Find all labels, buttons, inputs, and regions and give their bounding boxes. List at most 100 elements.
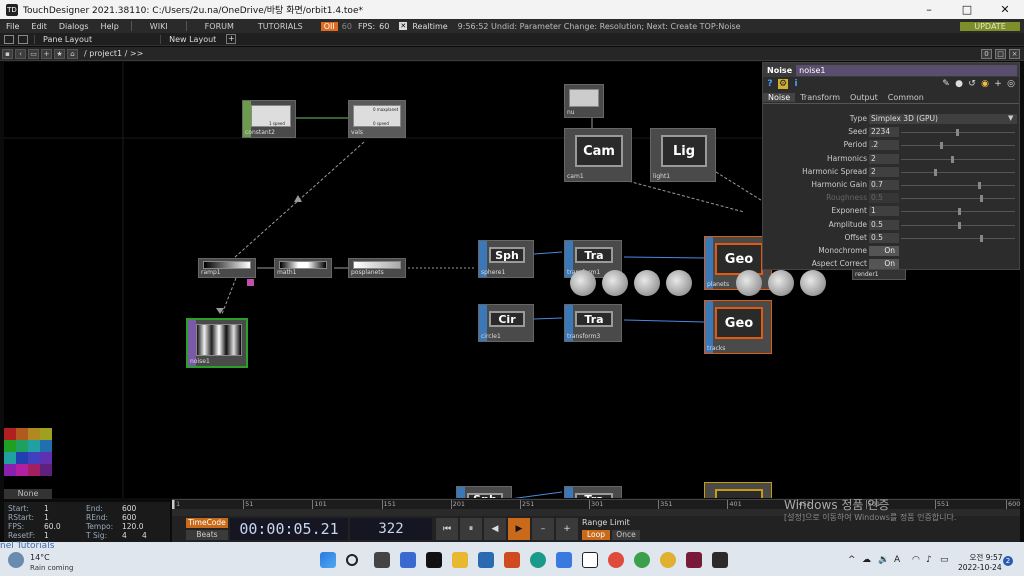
notion-icon[interactable] xyxy=(582,552,598,568)
param-slider[interactable] xyxy=(901,182,1015,189)
tab-output[interactable]: Output xyxy=(845,93,883,102)
step-plus-icon[interactable]: + xyxy=(556,518,578,540)
color-swatch[interactable] xyxy=(28,464,40,476)
fps-value[interactable]: 60.0 xyxy=(44,522,61,531)
palette-none-button[interactable]: None xyxy=(4,489,52,499)
color-swatch[interactable] xyxy=(16,464,28,476)
geo3-node[interactable] xyxy=(704,482,772,498)
tab-transform[interactable]: Transform xyxy=(795,93,845,102)
vals-node[interactable]: 0 maxplanet 0 speed vals xyxy=(348,100,406,138)
color-swatch[interactable] xyxy=(4,452,16,464)
param-slider[interactable] xyxy=(901,234,1015,242)
color-swatch[interactable] xyxy=(40,428,52,440)
tray-wifi-icon[interactable]: ◠ xyxy=(912,555,920,565)
add-layout-icon[interactable]: + xyxy=(226,34,237,44)
realtime-checkbox[interactable]: ✕ xyxy=(399,22,408,30)
param-slider[interactable] xyxy=(901,208,1015,216)
param-value-field[interactable]: 0.5 xyxy=(869,219,899,230)
comment-icon[interactable]: ● xyxy=(954,79,964,89)
rend-value[interactable]: 600 xyxy=(122,513,136,522)
param-toggle[interactable]: On xyxy=(869,246,899,256)
home-icon[interactable]: ▪ xyxy=(2,48,13,59)
math1-node[interactable]: math1 xyxy=(274,258,332,278)
weather-description[interactable]: Rain coming xyxy=(30,564,73,572)
once-button[interactable]: Once xyxy=(612,530,640,540)
update-button[interactable]: UPDATE xyxy=(960,21,1020,31)
edge-icon[interactable] xyxy=(530,552,546,568)
param-menu[interactable]: Simplex 3D (GPU) xyxy=(869,114,1017,124)
target-icon[interactable]: ◎ xyxy=(1006,79,1016,89)
store-icon[interactable] xyxy=(556,552,572,568)
slider-knob[interactable] xyxy=(934,168,937,176)
param-slider[interactable] xyxy=(901,195,1015,203)
color-swatch[interactable] xyxy=(4,464,16,476)
tray-cloud-icon[interactable]: ☁ xyxy=(862,555,871,565)
clock-date[interactable]: 2022-10-24 xyxy=(958,563,1002,572)
tray-chevron-icon[interactable]: ^ xyxy=(848,555,856,565)
back-icon[interactable]: ‹ xyxy=(15,48,26,59)
play-icon[interactable]: ▶ xyxy=(508,518,530,540)
chrome-icon[interactable] xyxy=(608,552,624,568)
task-view-icon[interactable] xyxy=(374,552,390,568)
add-icon[interactable]: + xyxy=(993,79,1003,89)
slider-knob[interactable] xyxy=(958,208,962,216)
slider-knob[interactable] xyxy=(980,195,984,203)
minimize-icon[interactable]: – xyxy=(910,3,948,16)
touchdesigner-taskbar-icon[interactable] xyxy=(712,552,728,568)
frame-display[interactable]: 322 xyxy=(350,518,432,540)
chrome-alt-icon[interactable] xyxy=(660,552,676,568)
widgets-icon[interactable] xyxy=(400,552,416,568)
clock-time[interactable]: 오전 9:57 xyxy=(966,552,1006,563)
python-icon[interactable]: ⚙ xyxy=(778,79,788,89)
color-swatch[interactable] xyxy=(16,452,28,464)
step-back-icon[interactable]: ◀ xyxy=(484,518,506,540)
tray-speaker-icon[interactable]: ♪ xyxy=(926,555,932,565)
end-value[interactable]: 600 xyxy=(122,504,136,513)
timecode-toggle[interactable]: TimeCode xyxy=(186,518,228,528)
pane-layout-button[interactable]: Pane Layout xyxy=(34,34,100,44)
weather-temperature[interactable]: 14°C xyxy=(30,553,50,562)
menu-help[interactable]: Help xyxy=(95,22,125,31)
color-swatch[interactable] xyxy=(16,428,28,440)
color-swatch[interactable] xyxy=(28,428,40,440)
color-swatch[interactable] xyxy=(16,440,28,452)
pane-close-button[interactable]: × xyxy=(1009,48,1020,59)
param-slider[interactable] xyxy=(901,221,1015,229)
ramp-output-icon[interactable] xyxy=(247,279,254,286)
rewind-icon[interactable]: ⏮ xyxy=(436,518,458,540)
posplanets-node[interactable]: posplanets xyxy=(348,258,406,278)
constant2-node[interactable]: 1 speed constant2 xyxy=(242,100,296,138)
slider-knob[interactable] xyxy=(958,221,962,229)
circle1-node[interactable]: Cir circle1 xyxy=(478,304,534,342)
tab-common[interactable]: Common xyxy=(883,93,929,102)
menu-edit[interactable]: Edit xyxy=(25,22,53,31)
chevron-down-icon[interactable]: ▼ xyxy=(1008,114,1013,122)
op-counter-badge[interactable]: OII xyxy=(320,21,338,31)
new-layout-tab[interactable]: New Layout xyxy=(160,34,224,44)
param-toggle[interactable]: On xyxy=(869,259,899,270)
color-swatch[interactable] xyxy=(4,440,16,452)
param-slider[interactable] xyxy=(901,168,1015,176)
rstart-value[interactable]: 1 xyxy=(44,513,49,522)
color-swatch[interactable] xyxy=(4,428,16,440)
op-name-field[interactable]: noise1 xyxy=(796,64,1017,76)
param-value-field[interactable]: .2 xyxy=(869,140,899,151)
param-slider[interactable] xyxy=(901,129,1015,137)
link-icon[interactable]: ⌂ xyxy=(67,48,78,59)
transform2-node[interactable]: Tra xyxy=(564,486,622,498)
tab-noise[interactable]: Noise xyxy=(763,92,796,102)
tracks-node[interactable]: Geo tracks xyxy=(704,300,772,354)
search-icon[interactable] xyxy=(346,554,358,566)
timeline-ruler[interactable]: 1 51 101 151 201 251 301 351 401 451 501 551 600 xyxy=(172,499,1020,510)
info-icon[interactable]: i xyxy=(791,79,801,89)
edit-icon[interactable]: ✎ xyxy=(941,79,951,89)
indesign-icon[interactable] xyxy=(686,552,702,568)
network-path[interactable]: / project1 / >> xyxy=(84,49,143,58)
tsig-value-b[interactable]: 4 xyxy=(142,531,147,540)
netflix-icon[interactable] xyxy=(426,552,442,568)
wiki-link[interactable]: WIKI xyxy=(138,22,180,31)
color-swatch[interactable] xyxy=(40,440,52,452)
slider-knob[interactable] xyxy=(980,234,984,242)
param-value-field[interactable]: 0.7 xyxy=(869,180,899,190)
palette-icon[interactable]: ◉ xyxy=(980,79,990,89)
